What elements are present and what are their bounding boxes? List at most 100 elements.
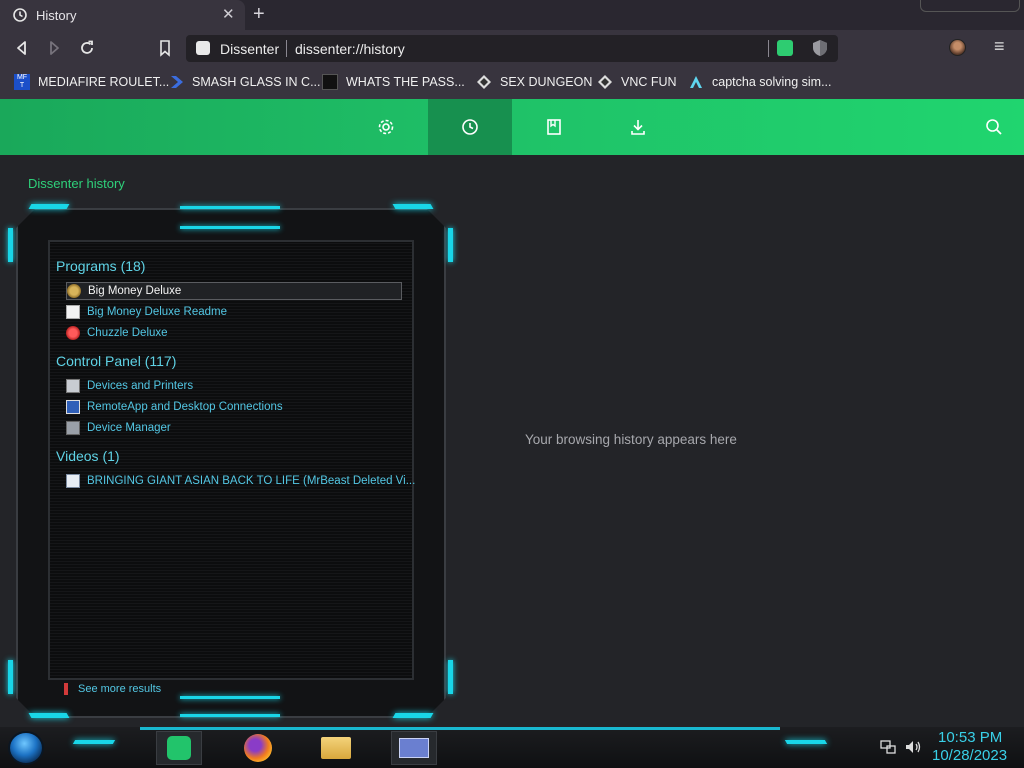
- control-panel-header[interactable]: Control Panel (117): [56, 353, 176, 369]
- frame-accent: [28, 204, 70, 209]
- address-bar[interactable]: Dissenter dissenter://history: [186, 35, 838, 62]
- reload-icon[interactable]: [77, 38, 97, 58]
- result-item[interactable]: Big Money Deluxe: [66, 282, 402, 300]
- result-item[interactable]: Chuzzle Deluxe: [66, 324, 168, 342]
- dark-square-icon: [322, 74, 338, 90]
- device-manager-icon: [66, 421, 80, 435]
- dissenter-extension-icon[interactable]: [777, 40, 793, 56]
- mediafire-icon: MF T: [14, 74, 30, 90]
- money-bag-icon: [67, 284, 81, 298]
- clock-date[interactable]: 10/28/2023: [932, 747, 1007, 764]
- taskbar: 10:53 PM 10/28/2023: [0, 727, 1024, 768]
- result-label: Big Money Deluxe: [88, 285, 182, 297]
- remote-desktop-icon: [66, 400, 80, 414]
- frame-accent: [8, 660, 13, 694]
- result-label: RemoteApp and Desktop Connections: [87, 401, 283, 413]
- result-item[interactable]: Big Money Deluxe Readme: [66, 303, 227, 321]
- videos-header[interactable]: Videos (1): [56, 448, 120, 464]
- bookmark-label: WHATS THE PASS...: [346, 75, 465, 89]
- nav-history[interactable]: [428, 99, 512, 155]
- dissenter-app-icon: [167, 736, 191, 760]
- bookmark-item[interactable]: MF T MEDIAFIRE ROULET...: [14, 73, 169, 91]
- bookmark-label: VNC FUN: [621, 75, 677, 89]
- result-item[interactable]: Device Manager: [66, 419, 171, 437]
- bookmarks-icon: [547, 119, 561, 135]
- start-menu: Programs (18) Big Money Deluxe Big Money…: [8, 200, 456, 728]
- result-label: Big Money Deluxe Readme: [87, 306, 227, 318]
- taskbar-dissenter-app[interactable]: [156, 731, 202, 765]
- frame-accent: [392, 713, 434, 718]
- app-window-icon: [399, 738, 429, 758]
- see-more-results-link[interactable]: See more results: [64, 683, 161, 695]
- bookmark-item[interactable]: SMASH GLASS IN C...: [168, 73, 321, 91]
- bookmark-item[interactable]: VNC FUN: [597, 73, 677, 91]
- history-icon: [462, 119, 478, 135]
- bookmark-item[interactable]: SEX DUNGEON: [476, 73, 592, 91]
- pointer-icon: [64, 683, 68, 695]
- frame-accent: [448, 228, 453, 262]
- diamond-logo-icon: [598, 75, 612, 89]
- frame-accent: [180, 714, 280, 717]
- settings-icon: [378, 119, 394, 135]
- result-label: BRINGING GIANT ASIAN BACK TO LIFE (MrBea…: [87, 475, 416, 487]
- frame-accent: [8, 228, 13, 262]
- close-tab-icon[interactable]: ✕: [222, 5, 235, 23]
- chevron-logo-icon: [171, 76, 183, 88]
- result-label: Devices and Printers: [87, 380, 194, 392]
- result-item[interactable]: RemoteApp and Desktop Connections: [66, 398, 283, 416]
- taskbar-accent: [72, 740, 116, 744]
- frame-accent: [180, 206, 280, 209]
- bookmark-label: captcha solving sim...: [712, 75, 832, 89]
- taskbar-window-app[interactable]: [391, 731, 437, 765]
- result-item[interactable]: Devices and Printers: [66, 377, 193, 395]
- page-title: Dissenter history: [28, 176, 125, 191]
- shield-icon[interactable]: [812, 39, 828, 57]
- start-button[interactable]: [8, 731, 44, 765]
- arrow-logo-icon: [690, 76, 702, 88]
- bookmark-label: MEDIAFIRE ROULET...: [38, 75, 170, 89]
- bookmark-item[interactable]: captcha solving sim...: [688, 73, 832, 91]
- url-text[interactable]: dissenter://history: [295, 41, 405, 57]
- result-item[interactable]: BRINGING GIANT ASIAN BACK TO LIFE (MrBea…: [66, 472, 415, 490]
- taskbar-accent: [784, 740, 828, 744]
- taskbar-explorer-app[interactable]: [313, 731, 359, 765]
- site-identity-icon[interactable]: [196, 41, 210, 55]
- volume-icon[interactable]: [904, 739, 922, 755]
- address-divider-right: [768, 40, 769, 57]
- new-tab-button[interactable]: +: [253, 3, 265, 26]
- taskbar-firefox-app[interactable]: [235, 731, 281, 765]
- network-icon[interactable]: [880, 739, 896, 755]
- clock-time[interactable]: 10:53 PM: [938, 729, 1002, 746]
- window-edge: [920, 0, 1020, 12]
- search-icon: [986, 119, 1002, 135]
- menu-icon[interactable]: ≡: [994, 36, 1005, 57]
- profile-avatar[interactable]: [949, 39, 966, 56]
- bookmark-label: SMASH GLASS IN C...: [192, 75, 321, 89]
- frame-accent: [392, 204, 434, 209]
- programs-header[interactable]: Programs (18): [56, 258, 145, 274]
- tab-title: History: [36, 8, 77, 23]
- see-more-label: See more results: [78, 683, 162, 695]
- browser-toolbar: Dissenter dissenter://history ≡: [0, 30, 1024, 66]
- folder-icon: [321, 737, 351, 759]
- empty-state-message: Your browsing history appears here: [525, 432, 737, 447]
- site-name: Dissenter: [220, 41, 280, 57]
- printer-icon: [66, 379, 80, 393]
- nav-settings[interactable]: [344, 99, 428, 155]
- bookmarks-bar: MF T MEDIAFIRE ROULET... SMASH GLASS IN C…: [0, 66, 1024, 99]
- back-icon[interactable]: [12, 38, 32, 58]
- video-file-icon: [66, 474, 80, 488]
- frame-accent: [448, 660, 453, 694]
- diamond-logo-icon: [477, 75, 491, 89]
- forward-icon[interactable]: [44, 38, 64, 58]
- result-label: Device Manager: [87, 422, 171, 434]
- bookmark-icon[interactable]: [155, 38, 175, 58]
- firefox-icon: [244, 734, 272, 762]
- nav-downloads[interactable]: [596, 99, 680, 155]
- bookmark-item[interactable]: WHATS THE PASS...: [322, 73, 465, 91]
- tab-history[interactable]: History ✕: [0, 0, 245, 30]
- nav-search[interactable]: [952, 99, 1024, 155]
- history-icon: [13, 8, 27, 22]
- nav-bookmarks[interactable]: [512, 99, 596, 155]
- chuzzle-icon: [66, 326, 80, 340]
